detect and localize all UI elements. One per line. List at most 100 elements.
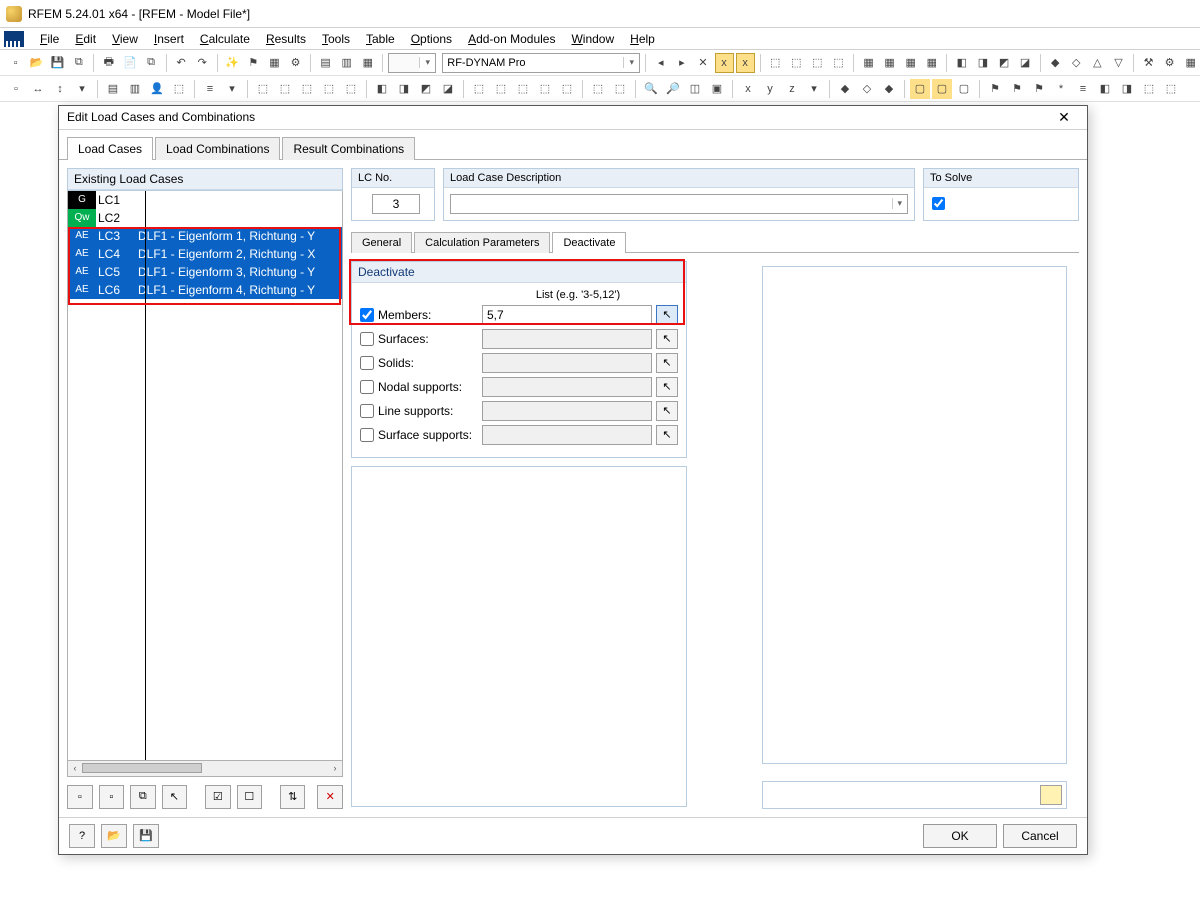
subtab-calculation-parameters[interactable]: Calculation Parameters [414,232,550,253]
pick-icon[interactable]: ↖ [656,353,678,373]
t2e-icon[interactable]: ▤ [103,79,123,99]
t2c-icon[interactable]: ↕ [50,79,70,99]
wand-icon[interactable]: ✨ [223,53,242,73]
t2b-icon[interactable]: ↔ [28,79,48,99]
t2o-icon[interactable]: ⬚ [341,79,361,99]
delete-lc-button[interactable]: ✕ [317,785,343,809]
t2n-icon[interactable]: ⬚ [319,79,339,99]
flag-icon[interactable]: ⚑ [244,53,263,73]
sel-a-icon[interactable]: ◆ [835,79,855,99]
vw-a-icon[interactable]: ▢ [910,79,930,99]
t2r-icon[interactable]: ◩ [416,79,436,99]
axis-x-icon[interactable]: x [738,79,758,99]
zoom-win-icon[interactable]: ◫ [685,79,705,99]
pick-icon[interactable]: ↖ [656,377,678,397]
r9-icon[interactable]: ◧ [952,53,971,73]
t2s-icon[interactable]: ◪ [438,79,458,99]
deactivate-checkbox[interactable] [360,428,374,442]
new-lc-button[interactable]: ▫ [67,785,93,809]
load-case-row[interactable]: AELC3DLF1 - Eigenform 1, Richtung - Y [68,227,342,245]
r6-icon[interactable]: ▦ [880,53,899,73]
r17-icon[interactable]: ⚒ [1139,53,1158,73]
ok-button[interactable]: OK [923,824,997,848]
t2f-icon[interactable]: ▥ [125,79,145,99]
close-icon[interactable]: ✕ [1049,106,1079,128]
nav-first-icon[interactable]: ◂ [651,53,670,73]
copy-lc-button[interactable]: ⧉ [130,785,156,809]
subtab-deactivate[interactable]: Deactivate [552,232,626,253]
check-all-button[interactable]: ☑ [205,785,231,809]
load-case-row[interactable]: GLC1 [68,191,342,209]
undo-icon[interactable]: ↶ [172,53,191,73]
axis-y-icon[interactable]: y [760,79,780,99]
pick-icon[interactable]: ↖ [656,305,678,325]
t2x-icon[interactable]: ⬚ [557,79,577,99]
renumber-button[interactable]: ⇅ [280,785,306,809]
select-lc-button[interactable]: ↖ [162,785,188,809]
deactivate-checkbox[interactable] [360,356,374,370]
r4-icon[interactable]: ⬚ [829,53,848,73]
r8-icon[interactable]: ▦ [922,53,941,73]
zoom-in-icon[interactable]: 🔍 [641,79,661,99]
misc-f-icon[interactable]: ◧ [1095,79,1115,99]
t2g-icon[interactable]: 👤 [147,79,167,99]
r10-icon[interactable]: ◨ [973,53,992,73]
calc-icon[interactable]: ⚙ [286,53,305,73]
t2d-icon[interactable]: ▾ [72,79,92,99]
zoom-out-icon[interactable]: 🔎 [663,79,683,99]
help-button[interactable]: ? [69,824,95,848]
menu-help[interactable]: Help [622,30,663,48]
menu-tools[interactable]: Tools [314,30,358,48]
misc-d-icon[interactable]: * [1051,79,1071,99]
misc-h-icon[interactable]: ⬚ [1139,79,1159,99]
t2q-icon[interactable]: ◨ [394,79,414,99]
subtab-general[interactable]: General [351,232,412,253]
menu-options[interactable]: Options [403,30,460,48]
t2v-icon[interactable]: ⬚ [513,79,533,99]
load-case-list[interactable]: GLC1QwLC2AELC3DLF1 - Eigenform 1, Richtu… [67,191,343,761]
menu-table[interactable]: Table [358,30,403,48]
deactivate-checkbox[interactable] [360,308,374,322]
t2p-icon[interactable]: ◧ [372,79,392,99]
load-case-row[interactable]: AELC4DLF1 - Eigenform 2, Richtung - X [68,245,342,263]
t2a-icon[interactable]: ▫ [6,79,26,99]
save-icon[interactable]: 💾 [48,53,67,73]
misc-g-icon[interactable]: ◨ [1117,79,1137,99]
sel-b-icon[interactable]: ◇ [857,79,877,99]
r11-icon[interactable]: ◩ [994,53,1013,73]
r7-icon[interactable]: ▦ [901,53,920,73]
uncheck-all-button[interactable]: ☐ [237,785,263,809]
r19-icon[interactable]: ▦ [1181,53,1200,73]
pick-icon[interactable]: ↖ [656,425,678,445]
t2k-icon[interactable]: ⬚ [253,79,273,99]
menu-insert[interactable]: Insert [146,30,192,48]
t2w-icon[interactable]: ⬚ [535,79,555,99]
r15-icon[interactable]: △ [1088,53,1107,73]
axis-z-icon[interactable]: z [782,79,802,99]
save-dlg-button[interactable]: 💾 [133,824,159,848]
load-case-row[interactable]: AELC5DLF1 - Eigenform 3, Richtung - Y [68,263,342,281]
table3-icon[interactable]: ▦ [358,53,377,73]
nav-prev-icon[interactable]: ▸ [672,53,691,73]
table1-icon[interactable]: ▤ [316,53,335,73]
doc-icon[interactable]: 📄 [120,53,139,73]
navigate-combo[interactable]: ▾ [388,53,436,73]
misc-i-icon[interactable]: ⬚ [1161,79,1181,99]
vw-c-icon[interactable]: ▢ [954,79,974,99]
cancel-button[interactable]: Cancel [1003,824,1077,848]
misc-c-icon[interactable]: ⚑ [1029,79,1049,99]
t2m-icon[interactable]: ⬚ [297,79,317,99]
vw-b-icon[interactable]: ▢ [932,79,952,99]
t2z-icon[interactable]: ⬚ [610,79,630,99]
tab-load-combinations[interactable]: Load Combinations [155,137,280,160]
t2l-icon[interactable]: ⬚ [275,79,295,99]
iso-icon[interactable]: ▣ [707,79,727,99]
r18-icon[interactable]: ⚙ [1160,53,1179,73]
lc-desc-combo[interactable]: ▾ [450,194,908,214]
t2h-icon[interactable]: ⬚ [169,79,189,99]
pick-icon[interactable]: ↖ [656,401,678,421]
loads-icon[interactable]: ▦ [265,53,284,73]
bolt-icon[interactable] [1040,785,1062,805]
r1-icon[interactable]: ⬚ [766,53,785,73]
menu-calculate[interactable]: Calculate [192,30,258,48]
